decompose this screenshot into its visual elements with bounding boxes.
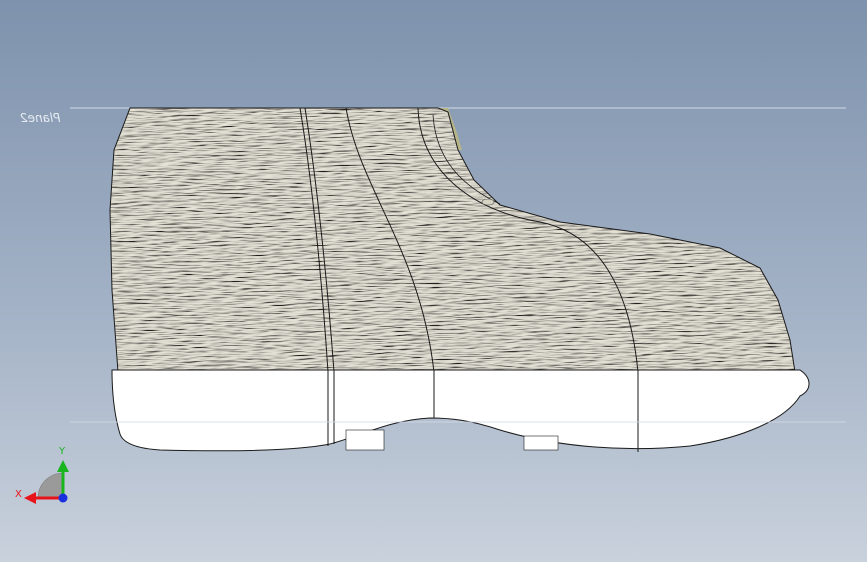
- tread-lug-2: [523, 435, 559, 451]
- boot-upper[interactable]: [100, 100, 810, 380]
- graphics-viewport[interactable]: Plane2 Y X: [0, 0, 867, 562]
- boot-sole[interactable]: [111, 369, 810, 452]
- coordinate-triad[interactable]: Y X: [15, 446, 69, 504]
- triad-plane-indicator: [37, 472, 64, 499]
- knit-texture: [110, 108, 795, 372]
- tread-lug-1: [345, 429, 385, 451]
- sole-body: [111, 369, 810, 452]
- model-scene[interactable]: Y X: [0, 0, 867, 562]
- z-axis-dot: [58, 493, 68, 503]
- x-axis-label: X: [15, 489, 22, 500]
- y-axis-label: Y: [58, 446, 66, 457]
- pull-tab: [481, 198, 495, 206]
- y-axis-arrowhead: [57, 460, 69, 472]
- x-axis-arrowhead: [24, 492, 36, 504]
